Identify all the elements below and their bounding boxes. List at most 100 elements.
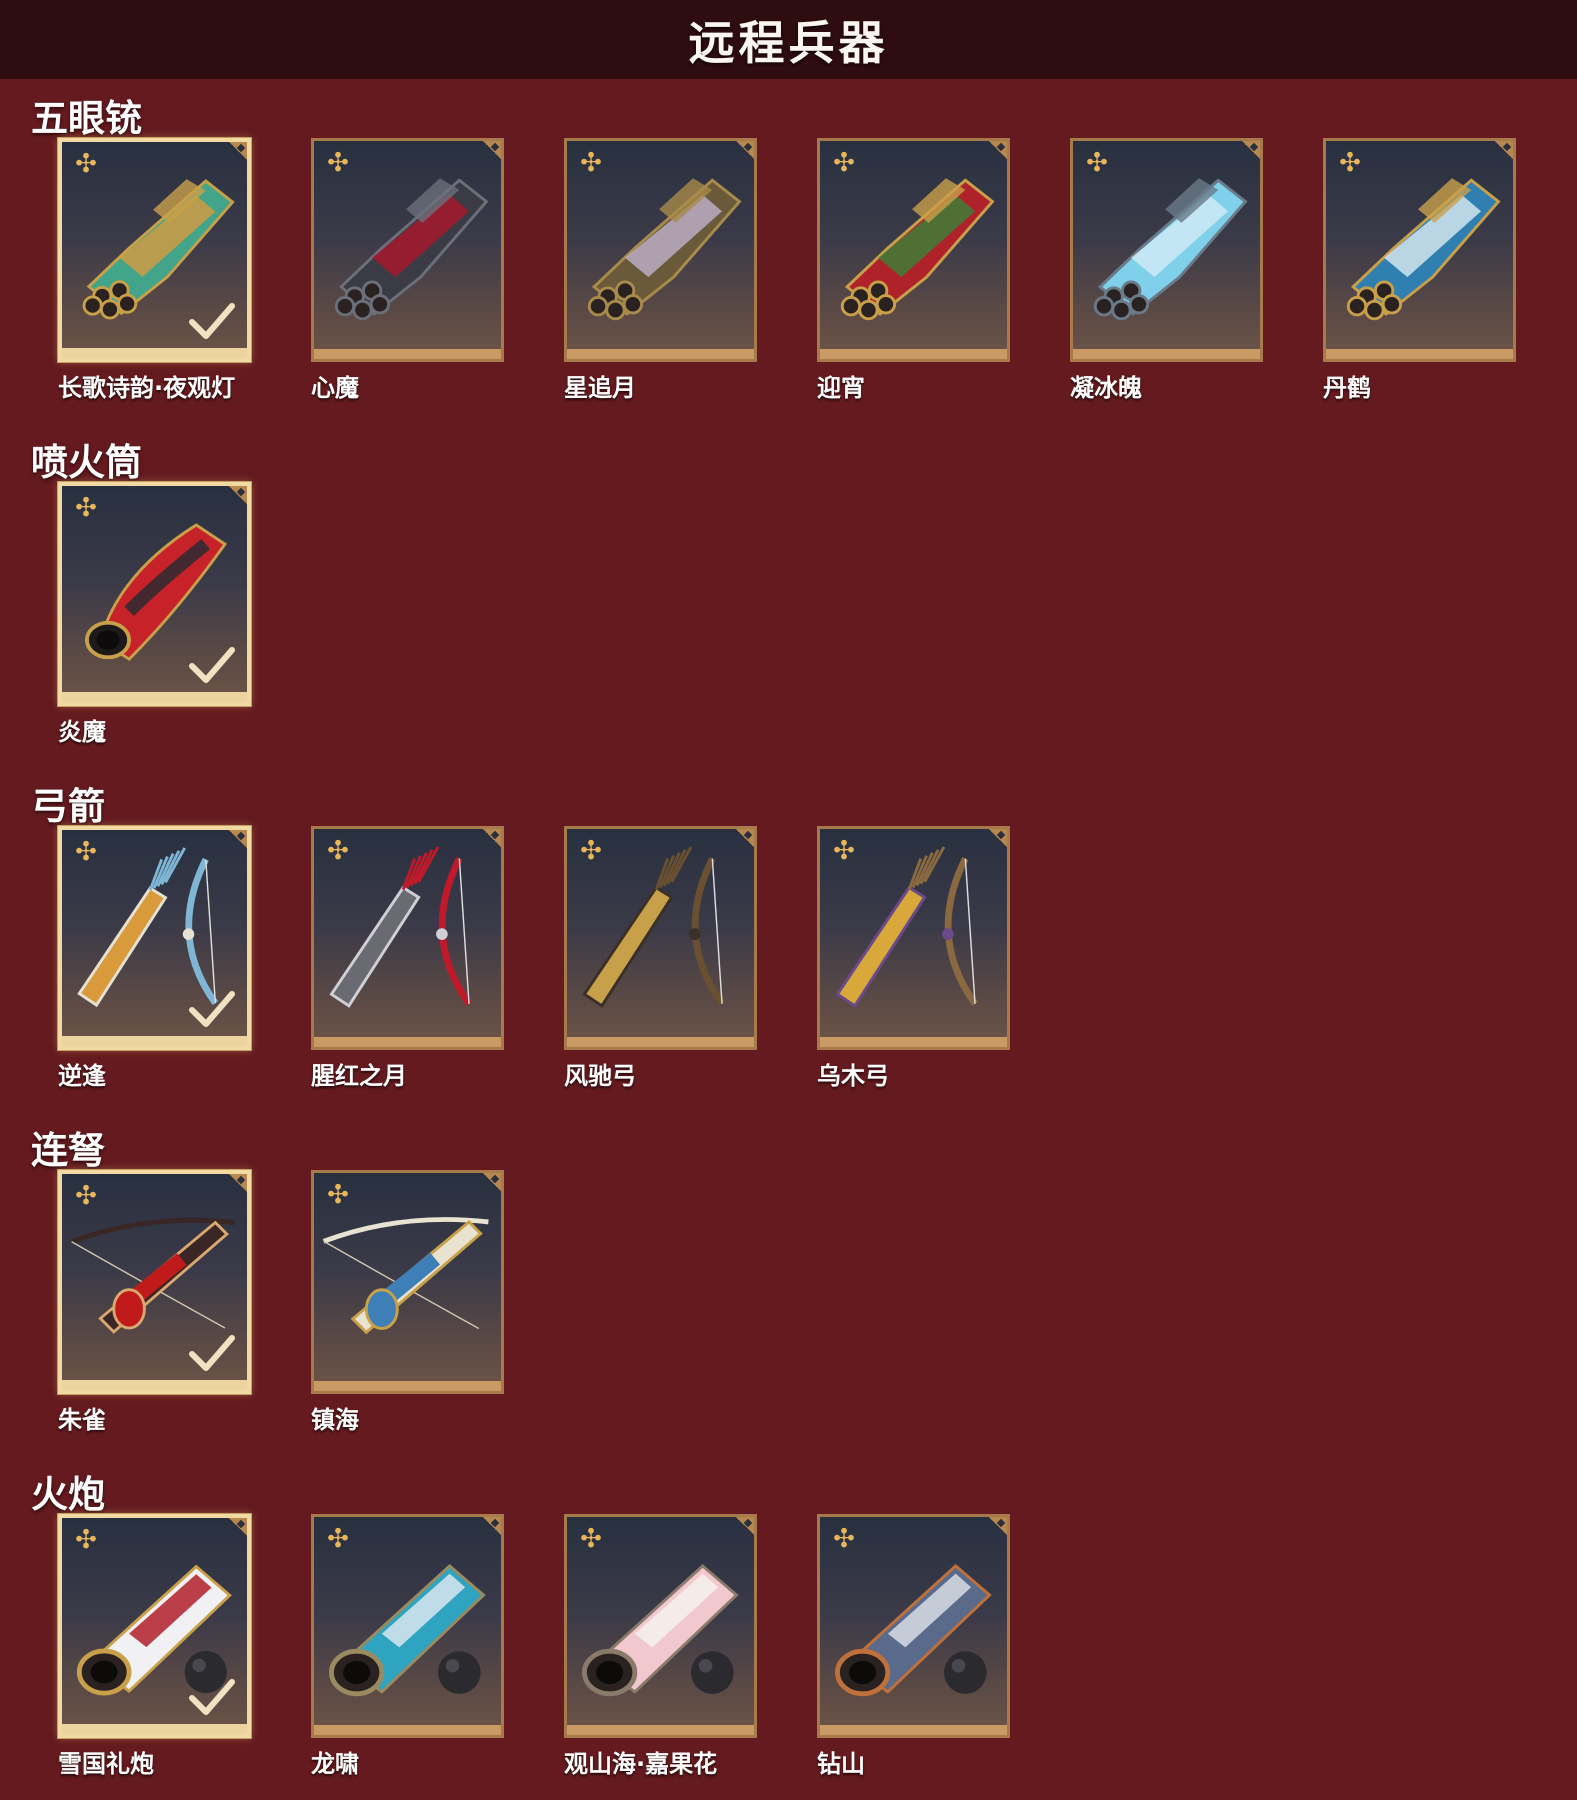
weapon-card[interactable]: ✣ [1070,138,1263,362]
weapon-name: 丹鹤 [1323,374,1371,402]
section-title: 连弩 [31,1129,105,1172]
weapon-item[interactable]: ✣ 逆逢 [58,826,251,1091]
card-base-strip [1326,349,1513,359]
weapon-item[interactable]: ✣ 迎宵 [817,138,1010,403]
card-base-strip [314,1381,501,1391]
weapon-card[interactable]: ✣ [817,138,1010,362]
weapon-name: 星追月 [564,374,636,402]
weapon-item[interactable]: ✣ 丹鹤 [1323,138,1516,403]
weapon-card[interactable]: ✣ [58,1514,251,1738]
card-base-strip [567,1725,754,1735]
card-base-strip [1073,349,1260,359]
weapon-item[interactable]: ✣ 心魔 [311,138,504,403]
weapon-item[interactable]: ✣ 朱雀 [58,1170,251,1435]
section-title: 火炮 [31,1473,105,1516]
corner-badge-icon [483,141,501,159]
section-title: 喷火筒 [31,441,142,484]
corner-badge-icon [1242,141,1260,159]
weapon-card[interactable]: ✣ [58,138,251,362]
card-base-strip [314,1725,501,1735]
weapon-item[interactable]: ✣ 炎魔 [58,482,251,747]
weapon-card[interactable]: ✣ [817,1514,1010,1738]
weapon-name: 龙啸 [311,1750,359,1778]
weapon-card[interactable]: ✣ [58,826,251,1050]
weapon-name: 心魔 [311,374,359,402]
weapon-item[interactable]: ✣ 腥红之月 [311,826,504,1091]
weapon-row: ✣ 炎魔 [0,482,1577,746]
corner-badge-icon [989,1517,1007,1535]
rarity-icon: ✣ [833,148,855,178]
weapon-card[interactable]: ✣ [311,138,504,362]
corner-badge-icon [229,486,247,504]
rarity-icon: ✣ [1339,148,1361,178]
weapon-name: 镇海 [311,1406,359,1434]
rarity-icon: ✣ [327,148,349,178]
corner-badge-icon [736,1517,754,1535]
card-base-strip [820,1725,1007,1735]
weapon-item[interactable]: ✣ 钻山 [817,1514,1010,1779]
checkmark-icon [189,1679,235,1715]
weapon-card[interactable]: ✣ [311,826,504,1050]
rarity-icon: ✣ [327,1180,349,1210]
weapon-item[interactable]: ✣ 观山海·嘉果花 [564,1514,757,1779]
card-base-strip [62,692,247,702]
corner-badge-icon [1495,141,1513,159]
weapon-card[interactable]: ✣ [817,826,1010,1050]
weapon-item[interactable]: ✣ 雪国礼炮 [58,1514,251,1779]
card-base-strip [567,349,754,359]
weapon-item[interactable]: ✣ 龙啸 [311,1514,504,1779]
weapon-row: ✣ 逆逢 ✣ 腥红之月 ✣ 风驰弓 ✣ 乌木弓 [0,826,1577,1090]
card-base-strip [820,349,1007,359]
page-header: 远程兵器 [0,0,1577,79]
weapon-item[interactable]: ✣ 凝冰魄 [1070,138,1263,403]
rarity-icon: ✣ [327,836,349,866]
weapon-card[interactable]: ✣ [564,138,757,362]
weapon-item[interactable]: ✣ 镇海 [311,1170,504,1435]
rarity-icon: ✣ [75,1525,97,1555]
corner-badge-icon [989,141,1007,159]
weapon-row: ✣ 长歌诗韵·夜观灯 ✣ 心魔 ✣ 星追月 ✣ 迎宵 ✣ 凝冰魄 ✣ 丹鹤 [0,138,1577,402]
weapon-card[interactable]: ✣ [58,1170,251,1394]
section-title: 五眼铳 [31,97,142,140]
weapon-row: ✣ 雪国礼炮 ✣ 龙啸 ✣ 观山海·嘉果花 ✣ 钻山 [0,1514,1577,1778]
weapon-name: 长歌诗韵·夜观灯 [58,374,236,402]
card-base-strip [62,348,247,358]
rarity-icon: ✣ [75,493,97,523]
weapon-name: 凝冰魄 [1070,374,1142,402]
weapon-name: 腥红之月 [311,1062,407,1090]
checkmark-icon [189,991,235,1027]
corner-badge-icon [736,141,754,159]
section-title: 弓箭 [31,785,105,828]
corner-badge-icon [483,1173,501,1191]
rarity-icon: ✣ [75,1181,97,1211]
page-title: 远程兵器 [688,15,889,70]
weapon-card[interactable]: ✣ [564,1514,757,1738]
corner-badge-icon [229,142,247,160]
corner-badge-icon [989,829,1007,847]
corner-badge-icon [483,1517,501,1535]
checkmark-icon [189,647,235,683]
weapon-item[interactable]: ✣ 星追月 [564,138,757,403]
card-base-strip [62,1724,247,1734]
card-base-strip [62,1036,247,1046]
rarity-icon: ✣ [833,836,855,866]
card-base-strip [62,1380,247,1390]
weapon-card[interactable]: ✣ [311,1514,504,1738]
weapon-card[interactable]: ✣ [1323,138,1516,362]
rarity-icon: ✣ [327,1524,349,1554]
weapon-name: 炎魔 [58,718,106,746]
weapon-name: 钻山 [817,1750,865,1778]
weapon-card[interactable]: ✣ [564,826,757,1050]
corner-badge-icon [483,829,501,847]
corner-badge-icon [229,830,247,848]
weapon-item[interactable]: ✣ 风驰弓 [564,826,757,1091]
weapon-card[interactable]: ✣ [58,482,251,706]
rarity-icon: ✣ [580,148,602,178]
card-base-strip [820,1037,1007,1047]
weapon-item[interactable]: ✣ 长歌诗韵·夜观灯 [58,138,251,403]
weapon-card[interactable]: ✣ [311,1170,504,1394]
weapon-name: 风驰弓 [564,1062,636,1090]
weapon-item[interactable]: ✣ 乌木弓 [817,826,1010,1091]
card-base-strip [314,1037,501,1047]
corner-badge-icon [229,1518,247,1536]
